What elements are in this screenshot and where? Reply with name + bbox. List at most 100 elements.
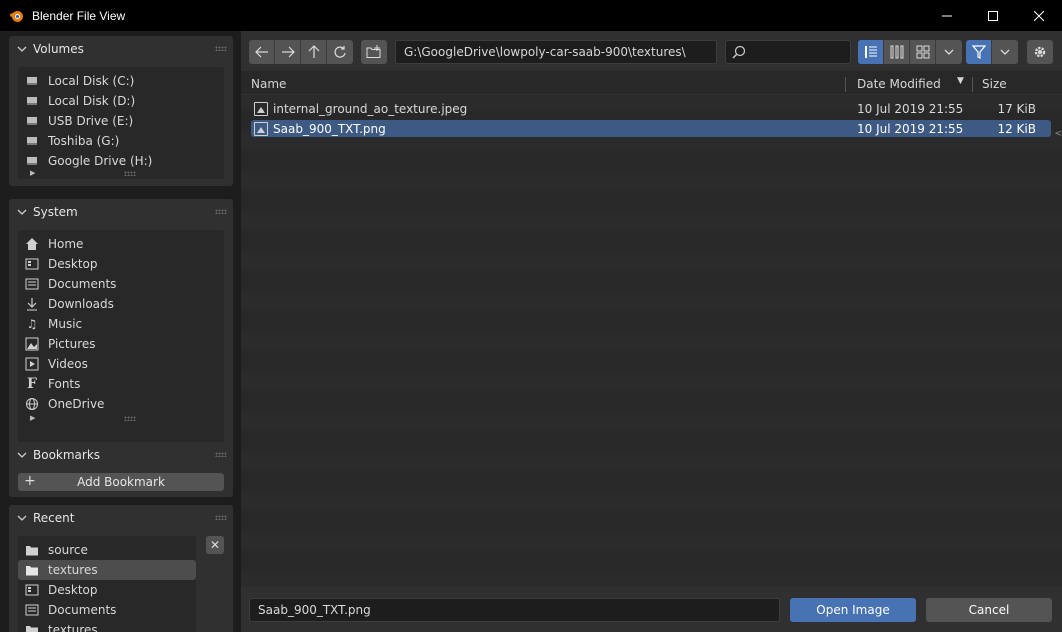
sidebar-item-videos[interactable]: Videos bbox=[18, 354, 224, 374]
thumbnails-icon bbox=[916, 45, 929, 59]
sidebar-item-label: Pictures bbox=[48, 337, 96, 351]
sidebar-item-local-disk-c[interactable]: Local Disk (C:) bbox=[18, 71, 224, 91]
bookmarks-header[interactable]: Bookmarks bbox=[9, 442, 233, 468]
recent-item-textures[interactable]: textures bbox=[18, 560, 196, 580]
sidebar-item-label: Music bbox=[48, 317, 83, 331]
column-header-date[interactable]: Date Modified bbox=[857, 77, 941, 91]
sidebar-item-pictures[interactable]: Pictures bbox=[18, 334, 224, 354]
sidebar-item-home[interactable]: Home bbox=[18, 234, 224, 254]
column-header-size[interactable]: Size bbox=[982, 77, 1007, 91]
sidebar-item-label: Local Disk (D:) bbox=[48, 94, 136, 108]
column-header-name[interactable]: Name bbox=[251, 77, 286, 91]
display-mode-group bbox=[858, 40, 962, 64]
sidebar-toggle-icon[interactable]: < bbox=[1054, 129, 1062, 139]
disk-icon bbox=[24, 153, 40, 169]
add-bookmark-label: Add Bookmark bbox=[77, 475, 165, 489]
drag-grip-icon[interactable] bbox=[215, 515, 227, 520]
open-image-button[interactable]: Open Image bbox=[790, 598, 916, 622]
new-folder-group bbox=[361, 40, 387, 64]
sidebar-item-fonts[interactable]: F Fonts bbox=[18, 374, 224, 394]
main-area: G:\GoogleDrive\lowpoly-car-saab-900\text… bbox=[241, 31, 1062, 632]
close-button[interactable] bbox=[1016, 0, 1062, 31]
chevron-down-icon bbox=[944, 49, 954, 55]
sidebar-item-label: Local Disk (C:) bbox=[48, 74, 135, 88]
disk-icon bbox=[24, 73, 40, 89]
pictures-icon bbox=[24, 336, 40, 352]
recent-header[interactable]: Recent bbox=[9, 505, 233, 531]
maximize-icon bbox=[988, 10, 998, 21]
window-title: Blender File View bbox=[32, 8, 126, 23]
documents-icon bbox=[24, 602, 40, 618]
file-list: Name Date Modified ▼ Size internal_groun… bbox=[241, 71, 1062, 587]
chevron-down-icon bbox=[17, 515, 27, 521]
vertical-list-button[interactable] bbox=[858, 40, 884, 64]
recent-item-label: Documents bbox=[48, 603, 117, 617]
horizontal-list-button[interactable] bbox=[884, 40, 910, 64]
resize-grip-icon[interactable] bbox=[124, 416, 136, 421]
display-settings-dropdown[interactable] bbox=[936, 40, 962, 64]
sidebar-item-label: Google Drive (H:) bbox=[48, 154, 153, 168]
thumbnails-button[interactable] bbox=[910, 40, 936, 64]
cancel-button[interactable]: Cancel bbox=[926, 598, 1052, 622]
videos-icon bbox=[24, 356, 40, 372]
resize-grip-icon[interactable] bbox=[124, 171, 136, 176]
new-folder-button[interactable] bbox=[361, 40, 387, 64]
sidebar-item-documents[interactable]: Documents bbox=[18, 274, 224, 294]
back-button[interactable] bbox=[249, 40, 275, 64]
forward-button[interactable] bbox=[275, 40, 301, 64]
drag-grip-icon[interactable] bbox=[215, 209, 227, 214]
downloads-icon bbox=[24, 296, 40, 312]
volumes-header[interactable]: Volumes bbox=[9, 36, 233, 62]
search-input[interactable] bbox=[725, 40, 851, 64]
sidebar: Volumes Local Disk (C:) Local Disk (D:) … bbox=[0, 31, 241, 632]
add-bookmark-button[interactable]: + Add Bookmark bbox=[18, 473, 224, 491]
expand-triangle-icon[interactable]: ▶ bbox=[30, 169, 35, 177]
desktop-icon bbox=[24, 256, 40, 272]
volumes-title: Volumes bbox=[33, 42, 84, 56]
file-size: 12 KiB bbox=[997, 121, 1036, 136]
minimize-button[interactable] bbox=[924, 0, 970, 31]
column-divider[interactable] bbox=[972, 77, 973, 92]
sidebar-item-local-disk-d[interactable]: Local Disk (D:) bbox=[18, 91, 224, 111]
maximize-button[interactable] bbox=[970, 0, 1016, 31]
sidebar-item-label: Desktop bbox=[48, 257, 98, 271]
sidebar-item-onedrive[interactable]: OneDrive bbox=[18, 394, 224, 414]
nav-button-group bbox=[249, 40, 353, 64]
recent-item-label: source bbox=[48, 543, 88, 557]
recent-item-textures-2[interactable]: textures bbox=[18, 620, 196, 632]
music-icon: ♫ bbox=[26, 317, 38, 331]
fonts-icon: F bbox=[27, 376, 37, 392]
sidebar-item-toshiba-g[interactable]: Toshiba (G:) bbox=[18, 131, 224, 151]
desktop-icon bbox=[24, 582, 40, 598]
sidebar-item-usb-drive-e[interactable]: USB Drive (E:) bbox=[18, 111, 224, 131]
refresh-button[interactable] bbox=[327, 40, 353, 64]
parent-directory-button[interactable] bbox=[301, 40, 327, 64]
recent-item-documents[interactable]: Documents bbox=[18, 600, 196, 620]
folder-icon bbox=[24, 562, 40, 578]
drag-grip-icon[interactable] bbox=[215, 452, 227, 457]
file-row-selected[interactable]: Saab_900_TXT.png 10 Jul 2019 21:55 12 Ki… bbox=[251, 120, 1051, 137]
sort-descending-icon: ▼ bbox=[957, 76, 964, 86]
settings-group bbox=[1027, 40, 1053, 64]
recent-item-label: textures bbox=[48, 623, 98, 632]
settings-button[interactable] bbox=[1027, 40, 1053, 64]
sidebar-item-label: Toshiba (G:) bbox=[48, 134, 120, 148]
sidebar-item-music[interactable]: ♫ Music bbox=[18, 314, 224, 334]
drag-grip-icon[interactable] bbox=[215, 46, 227, 51]
filename-input[interactable]: Saab_900_TXT.png bbox=[249, 598, 780, 622]
recent-item-source[interactable]: source bbox=[18, 540, 196, 560]
sidebar-item-desktop[interactable]: Desktop bbox=[18, 254, 224, 274]
file-row[interactable]: internal_ground_ao_texture.jpeg 10 Jul 2… bbox=[251, 100, 1051, 117]
column-divider[interactable] bbox=[845, 77, 846, 92]
sidebar-item-google-drive-h[interactable]: Google Drive (H:) bbox=[18, 151, 224, 171]
expand-triangle-icon[interactable]: ▶ bbox=[30, 414, 35, 422]
directory-path-input[interactable]: G:\GoogleDrive\lowpoly-car-saab-900\text… bbox=[395, 40, 717, 64]
filter-settings-dropdown[interactable] bbox=[992, 40, 1018, 64]
filter-toggle-button[interactable] bbox=[966, 40, 992, 64]
clear-recent-button[interactable]: ✕ bbox=[206, 536, 224, 554]
refresh-icon bbox=[334, 46, 346, 58]
folder-icon bbox=[24, 542, 40, 558]
sidebar-item-downloads[interactable]: Downloads bbox=[18, 294, 224, 314]
recent-item-desktop[interactable]: Desktop bbox=[18, 580, 196, 600]
system-header[interactable]: System bbox=[9, 199, 233, 225]
